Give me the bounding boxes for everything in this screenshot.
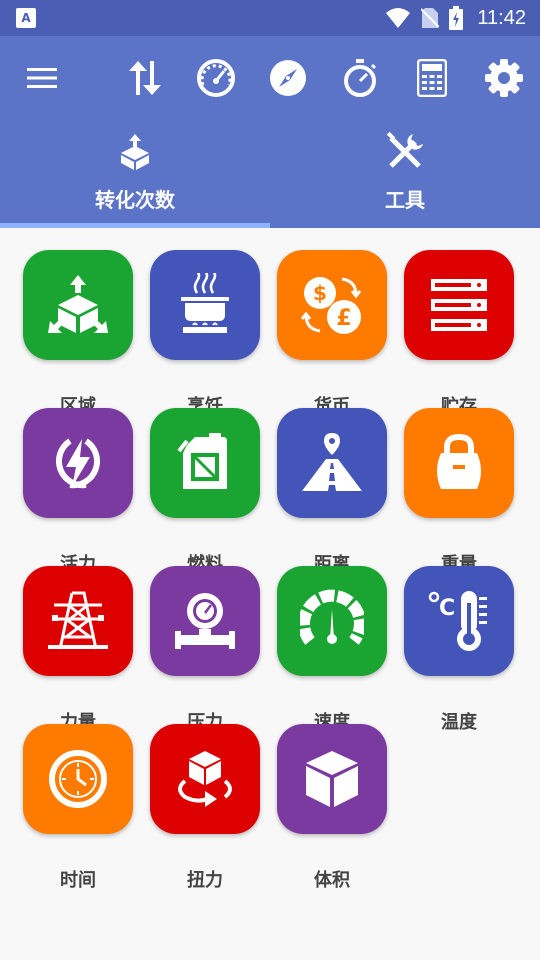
settings-icon — [485, 59, 523, 97]
category-power[interactable]: 力量 — [18, 566, 138, 733]
swap-icon — [129, 61, 161, 95]
swap-button[interactable] — [122, 56, 166, 100]
category-fuel[interactable]: 燃料 — [145, 408, 265, 575]
tab-conversions-label: 转化次数 — [95, 188, 175, 212]
compass-button[interactable] — [266, 56, 310, 100]
compass-icon — [270, 60, 306, 96]
calculator-icon — [417, 59, 447, 97]
app-notification-icon: A — [16, 8, 36, 28]
currency-icon: $£ — [300, 277, 362, 334]
time-icon — [49, 750, 107, 808]
category-distance[interactable]: 距离 — [272, 408, 392, 575]
speedometer-icon — [197, 59, 235, 97]
wifi-icon — [386, 8, 411, 28]
convert-icon — [121, 134, 149, 170]
tab-bar: 转化次数 工具 — [0, 120, 540, 228]
weight-icon — [437, 433, 481, 489]
svg-text:$: $ — [313, 281, 327, 305]
svg-text:£: £ — [336, 306, 351, 331]
temperature-icon: C — [428, 591, 487, 651]
menu-icon — [27, 68, 57, 88]
menu-button[interactable] — [20, 56, 64, 100]
storage-icon — [431, 279, 487, 331]
category-volume[interactable]: 体积 — [272, 724, 392, 891]
speed-icon — [300, 589, 364, 645]
pressure-icon — [175, 593, 235, 649]
volume-icon — [306, 751, 358, 807]
category-area[interactable]: 区域 — [18, 250, 138, 417]
category-cooking[interactable]: 烹饪 — [145, 250, 265, 417]
category-time-label: 时间 — [60, 870, 96, 891]
battery-icon — [449, 6, 464, 30]
stopwatch-icon — [344, 59, 377, 97]
category-energy[interactable]: 活力 — [18, 408, 138, 575]
stopwatch-button[interactable] — [338, 56, 382, 100]
category-temperature[interactable]: C 温度 — [399, 566, 519, 733]
energy-icon — [55, 438, 101, 489]
category-torque-label: 扭力 — [187, 870, 223, 891]
tab-conversions[interactable]: 转化次数 — [0, 120, 270, 228]
status-clock: 11:42 — [477, 6, 526, 29]
svg-text:C: C — [439, 596, 455, 621]
category-weight[interactable]: 重量 — [399, 408, 519, 575]
distance-icon — [302, 433, 362, 491]
tab-tools-label: 工具 — [385, 188, 425, 212]
toolbar — [0, 36, 540, 120]
category-temperature-label: 温度 — [441, 712, 477, 733]
category-pressure[interactable]: 压力 — [145, 566, 265, 733]
category-torque[interactable]: 扭力 — [145, 724, 265, 891]
status-bar: A 11:42 — [0, 0, 540, 36]
speedometer-button[interactable] — [194, 56, 238, 100]
category-currency[interactable]: $ £ 货币 — [272, 250, 392, 417]
tools-icon — [386, 132, 423, 168]
calculator-button[interactable] — [410, 56, 454, 100]
cooking-icon — [181, 273, 229, 333]
category-speed[interactable]: 速度 — [272, 566, 392, 733]
fuel-icon — [177, 433, 227, 489]
category-storage[interactable]: 贮存 — [399, 250, 519, 417]
category-time[interactable]: 时间 — [18, 724, 138, 891]
system-icons: 11:42 — [385, 4, 526, 32]
tab-tools[interactable]: 工具 — [270, 120, 540, 228]
settings-button[interactable] — [482, 56, 526, 100]
no-sim-icon — [421, 8, 440, 28]
area-icon — [48, 275, 108, 333]
torque-icon — [178, 751, 232, 807]
power-icon — [48, 591, 108, 650]
category-volume-label: 体积 — [314, 870, 350, 891]
category-grid: 区域 烹饪 $ £ 货币 贮存 活力 燃料 距离 重量 力量 压力 速度 C 温… — [0, 228, 540, 960]
